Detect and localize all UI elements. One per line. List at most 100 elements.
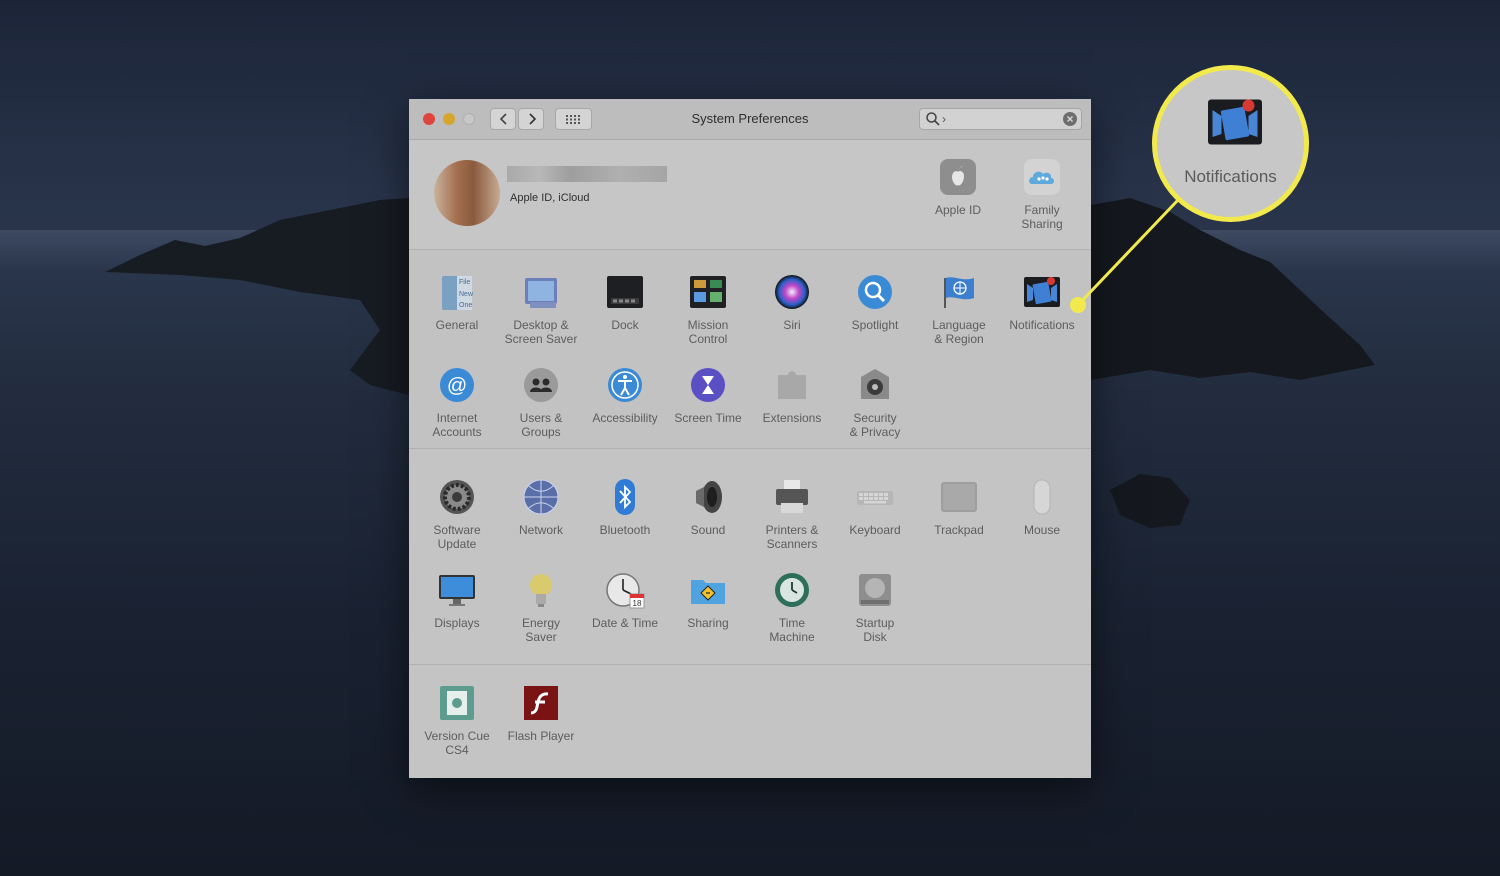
pane-notifications[interactable]: Notifications — [1000, 272, 1084, 332]
mouse-icon — [1022, 477, 1062, 517]
pane-label: Language & Region — [932, 318, 986, 346]
pane-label: Sound — [690, 523, 726, 537]
pane-screen-time[interactable]: Screen Time — [666, 365, 750, 425]
pane-desktop-screen-saver[interactable]: Desktop & Screen Saver — [499, 272, 583, 346]
pane-users-groups[interactable]: Users & Groups — [499, 365, 583, 439]
svg-text:@: @ — [447, 375, 467, 397]
accessibility-icon — [605, 365, 645, 405]
sound-icon — [688, 477, 728, 517]
pane-internet-accounts[interactable]: @ Internet Accounts — [415, 365, 499, 439]
pane-extensions[interactable]: Extensions — [750, 365, 834, 425]
pane-label: Apple ID — [934, 203, 982, 217]
other-panes-section: Version Cue CS4 Flash Player — [409, 665, 1091, 778]
pane-accessibility[interactable]: Accessibility — [583, 365, 667, 425]
pane-printers-scanners[interactable]: Printers & Scanners — [750, 477, 834, 551]
pane-label: Siri — [783, 318, 801, 332]
account-subtitle: Apple ID, iCloud — [510, 192, 590, 204]
mission-control-icon — [688, 272, 728, 312]
pane-family-sharing[interactable]: Family Sharing — [1000, 157, 1084, 231]
spotlight-icon — [855, 272, 895, 312]
title-bar: System Preferences › — [409, 99, 1091, 140]
pane-label: Security & Privacy — [849, 411, 901, 439]
energy-saver-icon — [521, 570, 561, 610]
personal-panes-section: File New One General Desktop & Screen Sa… — [409, 250, 1091, 448]
dock-icon — [605, 272, 645, 312]
general-icon: File New One — [437, 272, 477, 312]
hardware-panes-section: Software Update Network Bluetooth Sound — [409, 449, 1091, 664]
date-time-icon: 18 — [605, 570, 645, 610]
internet-accounts-icon: @ — [437, 365, 477, 405]
pane-apple-id[interactable]: Apple ID — [916, 157, 1000, 217]
pane-label: Flash Player — [507, 729, 575, 743]
pane-keyboard[interactable]: Keyboard — [833, 477, 917, 537]
extensions-icon — [772, 365, 812, 405]
date-badge: 18 — [633, 599, 642, 608]
general-icon-text-2: New — [459, 291, 474, 298]
apple-logo-icon — [938, 157, 978, 197]
screen-time-icon — [688, 365, 728, 405]
notifications-icon — [1208, 99, 1262, 145]
system-preferences-window: System Preferences › Apple ID, iCloud Ap… — [409, 99, 1091, 778]
general-icon-text-1: File — [459, 279, 470, 286]
search-field[interactable]: › — [919, 108, 1082, 130]
pane-startup-disk[interactable]: Startup Disk — [833, 570, 917, 644]
pane-energy-saver[interactable]: Energy Saver — [499, 570, 583, 644]
keyboard-icon — [855, 477, 895, 517]
pane-mission-control[interactable]: Mission Control — [666, 272, 750, 346]
flash-player-icon — [521, 683, 561, 723]
sharing-icon — [688, 570, 728, 610]
printers-scanners-icon — [772, 477, 812, 517]
pane-mouse[interactable]: Mouse — [1000, 477, 1084, 537]
pane-language-region[interactable]: Language & Region — [917, 272, 1001, 346]
pane-label: Bluetooth — [599, 523, 651, 537]
security-privacy-icon — [855, 365, 895, 405]
users-groups-icon — [521, 365, 561, 405]
account-section: Apple ID, iCloud Apple ID Family Sharing — [409, 140, 1091, 249]
pane-flash-player[interactable]: Flash Player — [499, 683, 583, 743]
user-avatar[interactable] — [434, 160, 500, 226]
user-name-redacted — [507, 166, 667, 182]
pane-trackpad[interactable]: Trackpad — [917, 477, 1001, 537]
pane-security-privacy[interactable]: Security & Privacy — [833, 365, 917, 439]
pane-displays[interactable]: Displays — [415, 570, 499, 630]
pane-software-update[interactable]: Software Update — [415, 477, 499, 551]
pane-time-machine[interactable]: Time Machine — [750, 570, 834, 644]
family-sharing-cloud-icon — [1022, 157, 1062, 197]
general-icon-text-3: One — [459, 302, 472, 309]
pane-sound[interactable]: Sound — [666, 477, 750, 537]
desktop-screensaver-icon — [521, 272, 561, 312]
notifications-icon — [1022, 272, 1062, 312]
pane-label: Energy Saver — [521, 616, 561, 644]
version-cue-icon — [437, 683, 477, 723]
pane-label: Internet Accounts — [432, 411, 482, 439]
pane-label: Accessibility — [592, 411, 658, 425]
notifications-callout: Notifications — [1152, 65, 1309, 222]
pane-label: Date & Time — [591, 616, 659, 630]
trackpad-icon — [939, 477, 979, 517]
pane-general[interactable]: File New One General — [415, 272, 499, 332]
callout-label: Notifications — [1184, 167, 1277, 186]
software-update-icon — [437, 477, 477, 517]
pane-dock[interactable]: Dock — [583, 272, 667, 332]
bluetooth-icon — [605, 477, 645, 517]
clear-search-icon[interactable] — [1063, 112, 1077, 126]
pane-label: Software Update — [433, 523, 481, 551]
pane-label: Version Cue CS4 — [424, 729, 490, 757]
pane-label: Keyboard — [849, 523, 901, 537]
pane-sharing[interactable]: Sharing — [666, 570, 750, 630]
pane-date-time[interactable]: 18 Date & Time — [583, 570, 667, 630]
pane-spotlight[interactable]: Spotlight — [833, 272, 917, 332]
pane-siri[interactable]: Siri — [750, 272, 834, 332]
pane-label: Extensions — [762, 411, 822, 425]
pane-label: General — [435, 318, 479, 332]
pane-version-cue[interactable]: Version Cue CS4 — [415, 683, 499, 757]
displays-icon — [437, 570, 477, 610]
pane-label: Sharing — [687, 616, 729, 630]
pane-network[interactable]: Network — [499, 477, 583, 537]
pane-label: Startup Disk — [855, 616, 895, 644]
pane-bluetooth[interactable]: Bluetooth — [583, 477, 667, 537]
pane-label: Displays — [434, 616, 480, 630]
startup-disk-icon — [855, 570, 895, 610]
pane-label: Dock — [611, 318, 639, 332]
search-icon — [926, 112, 940, 126]
